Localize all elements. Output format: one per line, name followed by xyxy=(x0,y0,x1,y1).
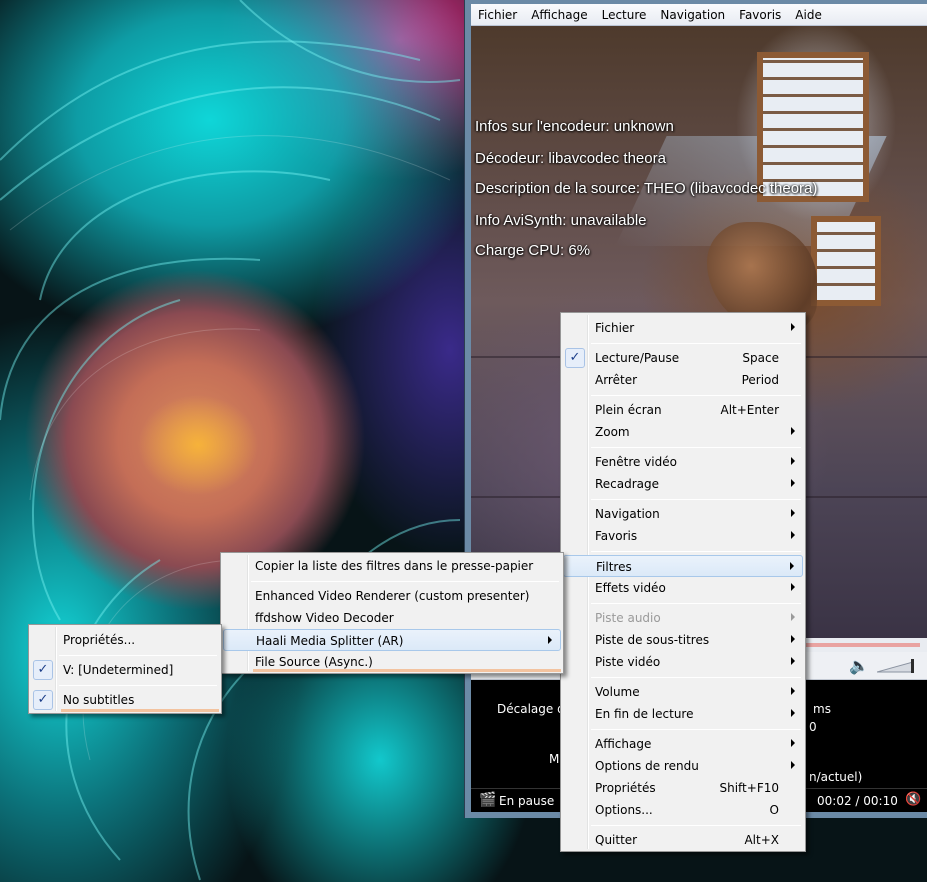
osd-avisynth-info: Info AviSynth: unavailable xyxy=(475,212,647,229)
menu-item-recadrage[interactable]: Recadrage xyxy=(563,473,803,495)
menubar-affichage[interactable]: Affichage xyxy=(524,4,594,26)
menu-item-plein-ecran[interactable]: Plein écran Alt+Enter xyxy=(563,399,803,421)
chevron-right-icon xyxy=(791,739,795,747)
menu-item-volume[interactable]: Volume xyxy=(563,681,803,703)
checkmark-icon: ✓ xyxy=(565,348,585,368)
osd-cpu-load: Charge CPU: 6% xyxy=(475,242,591,259)
menu-item-haali-proprietes[interactable]: Propriétés... xyxy=(31,629,219,651)
main-context-menu: Fichier ✓ Lecture/Pause Space Arrêter Perio… xyxy=(560,312,806,852)
chevron-right-icon xyxy=(791,613,795,621)
menu-item-proprietes[interactable]: Propriétés Shift+F10 xyxy=(563,777,803,799)
menubar-fichier[interactable]: Fichier xyxy=(471,4,524,26)
window-image-lower xyxy=(811,216,881,306)
menu-item-fin-de-lecture[interactable]: En fin de lecture xyxy=(563,703,803,725)
menu-item-enhanced-video-renderer[interactable]: Enhanced Video Renderer (custom presente… xyxy=(223,585,561,607)
menu-item-navigation[interactable]: Navigation xyxy=(563,503,803,525)
menu-item-piste-sous-titres[interactable]: Piste de sous-titres xyxy=(563,629,803,651)
chevron-right-icon xyxy=(548,636,552,644)
chevron-right-icon xyxy=(791,323,795,331)
osd-encoder-info: Infos sur l'encodeur: unknown xyxy=(475,118,674,135)
menu-item-ffdshow-decoder[interactable]: ffdshow Video Decoder xyxy=(223,607,561,629)
menu-item-affichage[interactable]: Affichage xyxy=(563,733,803,755)
menubar-favoris[interactable]: Favoris xyxy=(732,4,788,26)
selection-underline xyxy=(253,669,561,672)
chevron-right-icon xyxy=(791,761,795,769)
chevron-right-icon xyxy=(791,687,795,695)
chevron-right-icon xyxy=(791,657,795,665)
info-ms: ms xyxy=(813,702,831,716)
chevron-right-icon xyxy=(791,583,795,591)
menu-item-effets-video[interactable]: Effets vidéo xyxy=(563,577,803,599)
chevron-right-icon xyxy=(790,562,794,570)
status-time: 00:02 / 00:10 xyxy=(817,794,898,808)
chevron-right-icon xyxy=(791,709,795,717)
chevron-right-icon xyxy=(791,635,795,643)
filters-submenu: Copier la liste des filtres dans le pres… xyxy=(220,552,564,674)
menu-item-fichier[interactable]: Fichier xyxy=(563,317,803,339)
menu-item-quitter[interactable]: Quitter Alt+X xyxy=(563,829,803,851)
status-state: En pause xyxy=(499,794,555,808)
menu-item-lecture-pause[interactable]: ✓ Lecture/Pause Space xyxy=(563,347,803,369)
menu-item-options-de-rendu[interactable]: Options de rendu xyxy=(563,755,803,777)
selection-underline xyxy=(61,709,219,712)
info-actuel: n/actuel) xyxy=(809,770,863,784)
osd-source-description: Description de la source: THEO (libavcod… xyxy=(475,180,818,197)
mute-icon[interactable]: 🔇 xyxy=(905,792,921,807)
haali-submenu: Propriétés... ✓ V: [Undetermined] ✓ No sub… xyxy=(28,624,222,714)
chevron-right-icon xyxy=(791,457,795,465)
menubar-lecture[interactable]: Lecture xyxy=(595,4,654,26)
menu-item-arreter[interactable]: Arrêter Period xyxy=(563,369,803,391)
menubar-navigation[interactable]: Navigation xyxy=(653,4,732,26)
menu-item-copy-filter-list[interactable]: Copier la liste des filtres dans le pres… xyxy=(223,555,561,577)
menu-bar: Fichier Affichage Lecture Navigation Fav… xyxy=(471,4,927,26)
film-clapper-icon: 🎬 xyxy=(479,792,497,808)
menu-item-filtres[interactable]: Filtres xyxy=(563,555,803,577)
menu-item-zoom[interactable]: Zoom xyxy=(563,421,803,443)
menubar-aide[interactable]: Aide xyxy=(788,4,829,26)
menu-item-fenetre-video[interactable]: Fenêtre vidéo xyxy=(563,451,803,473)
menu-item-piste-video[interactable]: Piste vidéo xyxy=(563,651,803,673)
menu-item-haali-splitter[interactable]: Haali Media Splitter (AR) xyxy=(223,629,561,651)
volume-slider[interactable] xyxy=(877,658,921,674)
speaker-icon[interactable]: 🔈 xyxy=(849,656,869,675)
chevron-right-icon xyxy=(791,427,795,435)
checkmark-icon: ✓ xyxy=(33,690,53,710)
menu-item-favoris[interactable]: Favoris xyxy=(563,525,803,547)
chevron-right-icon xyxy=(791,509,795,517)
menu-item-piste-audio: Piste audio xyxy=(563,607,803,629)
menu-item-options[interactable]: Options... O xyxy=(563,799,803,821)
menu-item-video-track[interactable]: ✓ V: [Undetermined] xyxy=(31,659,219,681)
checkmark-icon: ✓ xyxy=(33,660,53,680)
chevron-right-icon xyxy=(791,531,795,539)
chevron-right-icon xyxy=(791,479,795,487)
osd-decoder: Décodeur: libavcodec theora xyxy=(475,150,666,167)
menu-item-no-subtitles[interactable]: ✓ No subtitles xyxy=(31,689,219,711)
info-zero: 0 xyxy=(809,720,817,734)
